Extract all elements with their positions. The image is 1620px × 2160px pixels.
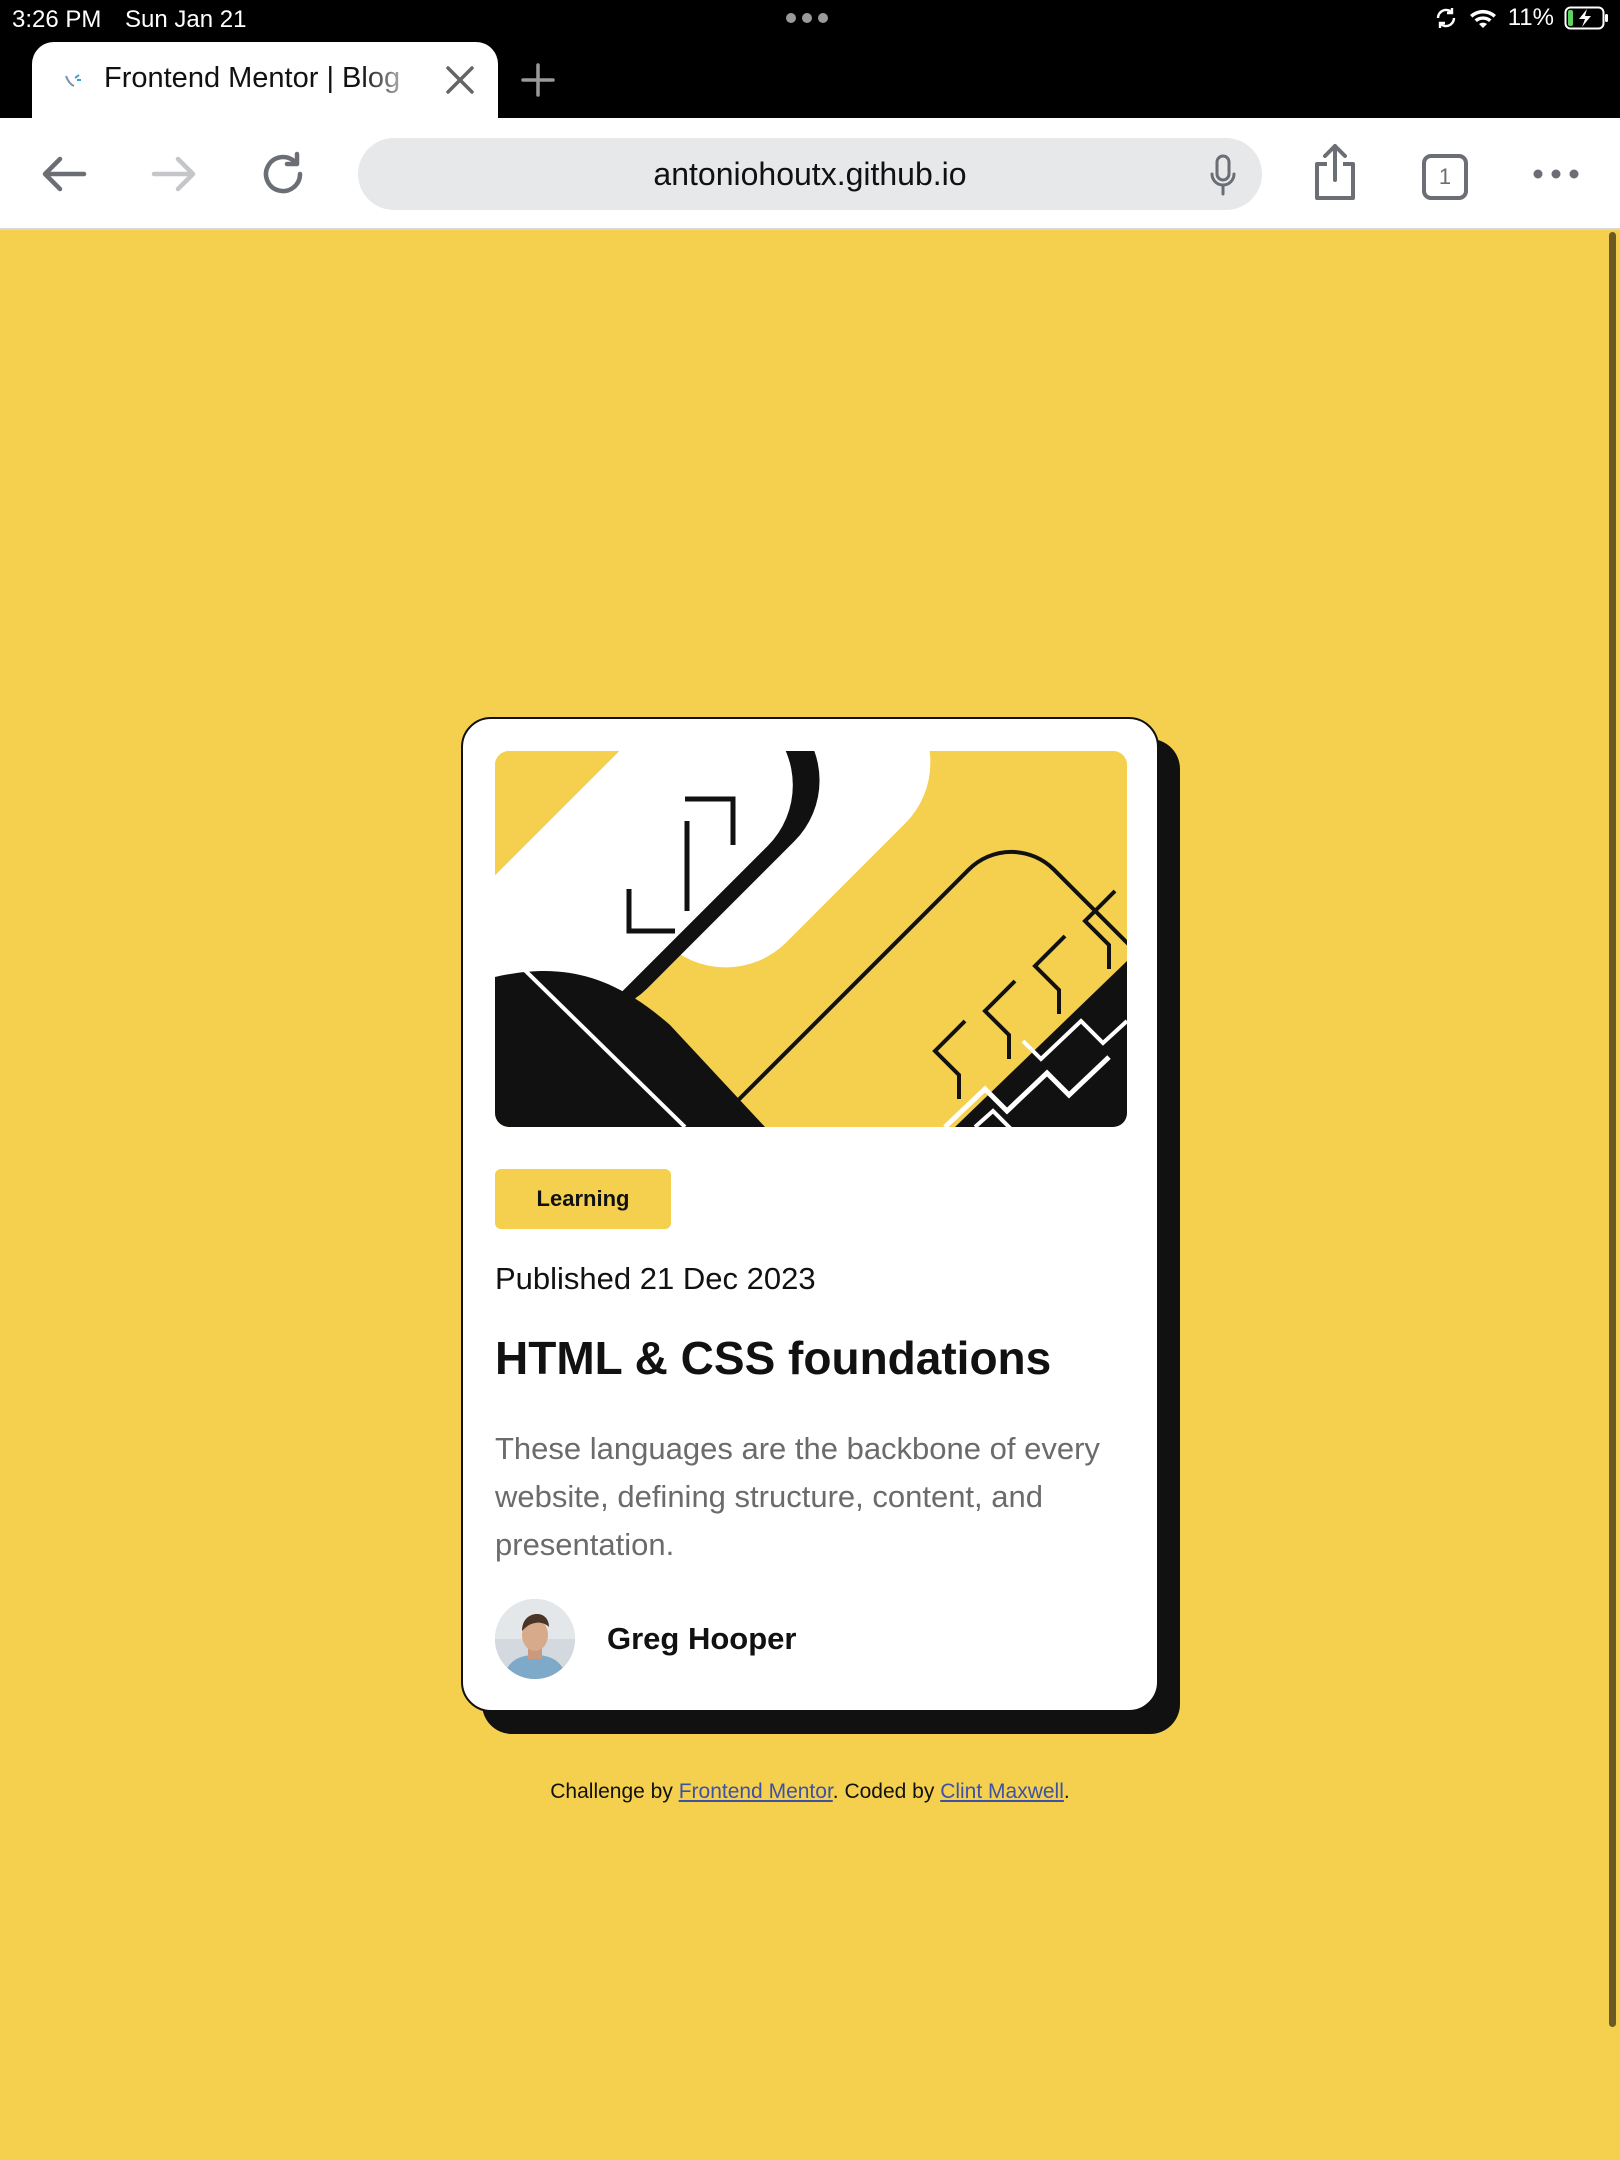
tab-switcher-button[interactable]: 1 (1422, 154, 1468, 200)
avatar (495, 1599, 575, 1679)
address-bar[interactable]: antoniohoutx.github.io (358, 138, 1262, 210)
card-illustration (495, 751, 1127, 1127)
card-title[interactable]: HTML & CSS foundations (495, 1331, 1051, 1385)
attribution: Challenge by Frontend Mentor. Coded by C… (0, 1780, 1620, 1804)
wifi-icon (1469, 9, 1496, 28)
arrow-left-icon[interactable] (38, 148, 90, 200)
reload-icon[interactable] (258, 148, 310, 200)
battery-percentage: 11% (1507, 4, 1554, 31)
status-date: Sun Jan 21 (125, 6, 247, 33)
microphone-icon[interactable] (1208, 154, 1238, 196)
battery-charging-icon (1564, 6, 1608, 30)
arrow-right-icon[interactable] (148, 148, 200, 200)
published-date: Published 21 Dec 2023 (495, 1261, 816, 1296)
card-description: These languages are the backbone of ever… (495, 1431, 1100, 1562)
status-indicators: 11% (1434, 4, 1610, 32)
status-bar: 3:26 PM Sun Jan 21 11% (0, 0, 1620, 40)
multitasking-dots-icon[interactable] (786, 13, 828, 23)
browser-toolbar: antoniohoutx.github.io 1 (0, 118, 1620, 230)
tab-title-fade (362, 58, 422, 98)
attribution-middle: . Coded by (832, 1780, 941, 1803)
blog-preview-card: Learning Published 21 Dec 2023 HTML & CS… (461, 717, 1159, 1712)
page-scrollbar[interactable] (1609, 232, 1616, 2027)
browser-top-chrome: 3:26 PM Sun Jan 21 11% Frontend Mentor | (0, 0, 1620, 118)
category-tag: Learning (495, 1169, 671, 1229)
favicon-icon (65, 74, 81, 87)
share-icon[interactable] (1308, 142, 1362, 202)
close-tab-icon[interactable] (442, 62, 478, 98)
new-tab-icon[interactable] (518, 60, 558, 100)
browser-tab-active[interactable]: Frontend Mentor | Blog preview card (32, 42, 498, 118)
attribution-suffix: . (1063, 1780, 1070, 1803)
tab-title: Frontend Mentor | Blog preview card (104, 62, 404, 94)
address-url: antoniohoutx.github.io (653, 156, 967, 192)
author-name: Greg Hooper (607, 1621, 797, 1656)
sync-icon (1436, 8, 1455, 28)
frontend-mentor-link[interactable]: Frontend Mentor (679, 1780, 833, 1803)
more-icon[interactable] (1530, 148, 1582, 200)
status-time: 3:26 PM (12, 6, 102, 33)
attribution-prefix: Challenge by (550, 1780, 679, 1803)
coder-link[interactable]: Clint Maxwell (940, 1780, 1064, 1803)
